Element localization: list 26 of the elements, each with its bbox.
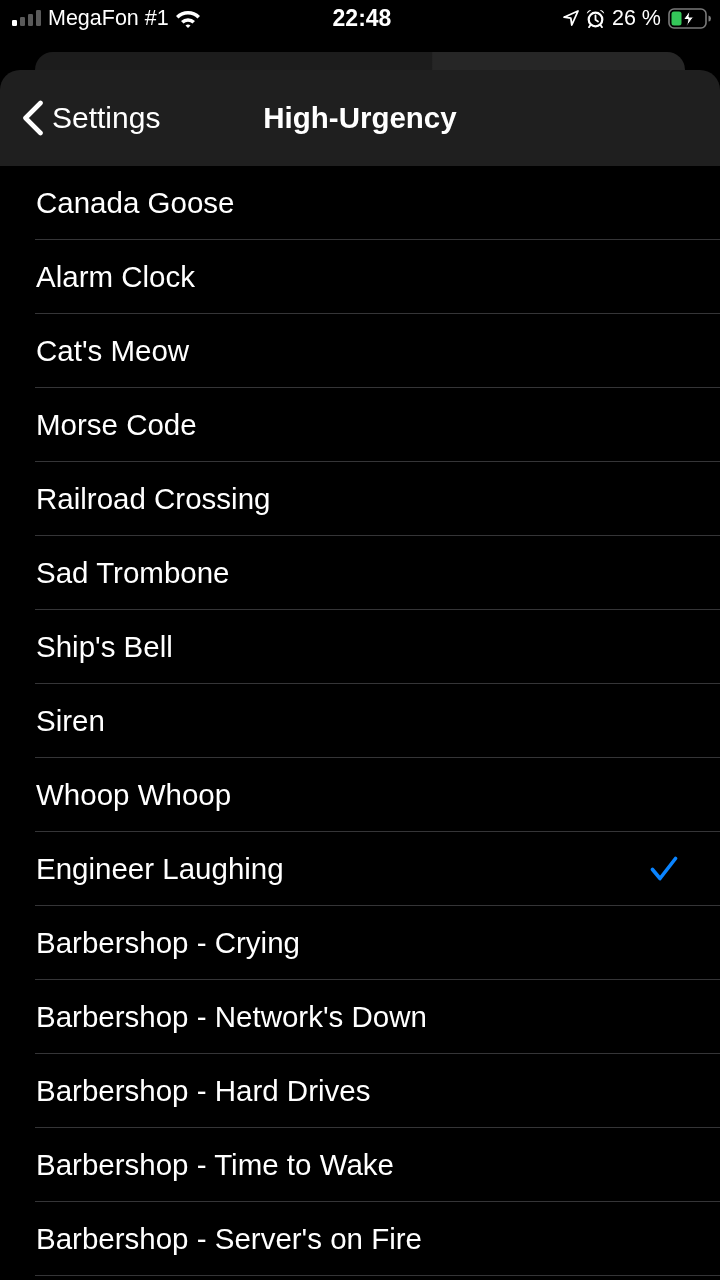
- list-item[interactable]: Engineer Laughing: [35, 832, 720, 906]
- list-item[interactable]: Sad Trombone: [35, 536, 720, 610]
- list-item[interactable]: Whoop Whoop: [35, 758, 720, 832]
- chevron-left-icon: [21, 100, 44, 136]
- list-item[interactable]: Canada Goose: [35, 166, 720, 240]
- signal-icon: [12, 10, 42, 26]
- back-button[interactable]: Settings: [0, 100, 161, 136]
- list-item[interactable]: Barbershop - Time to Wake: [35, 1128, 720, 1202]
- list-item[interactable]: Alarm Clock: [35, 240, 720, 314]
- list-item[interactable]: Barbershop - Server's on Fire: [35, 1202, 720, 1276]
- list-item[interactable]: Cat's Meow: [35, 314, 720, 388]
- battery-percentage: 26 %: [612, 5, 661, 31]
- list-item[interactable]: Ship's Bell: [35, 610, 720, 684]
- list-item[interactable]: Morse Code: [35, 388, 720, 462]
- list-item[interactable]: Siren: [35, 684, 720, 758]
- list-item[interactable]: Barbershop - Hard Drives: [35, 1054, 720, 1128]
- list-item[interactable]: Barbershop - Crying: [35, 906, 720, 980]
- clock-time: 22:48: [332, 4, 392, 32]
- carrier-name: MegaFon #1: [48, 5, 169, 31]
- wifi-icon: [174, 8, 201, 28]
- location-arrow-icon: [563, 10, 579, 26]
- alarm-clock-icon: [586, 8, 605, 28]
- page-title: High-Urgency: [263, 101, 457, 135]
- list-item[interactable]: Railroad Crossing: [35, 462, 720, 536]
- list-item[interactable]: Barbershop - Network's Down: [35, 980, 720, 1054]
- battery-charging-icon: [668, 7, 712, 29]
